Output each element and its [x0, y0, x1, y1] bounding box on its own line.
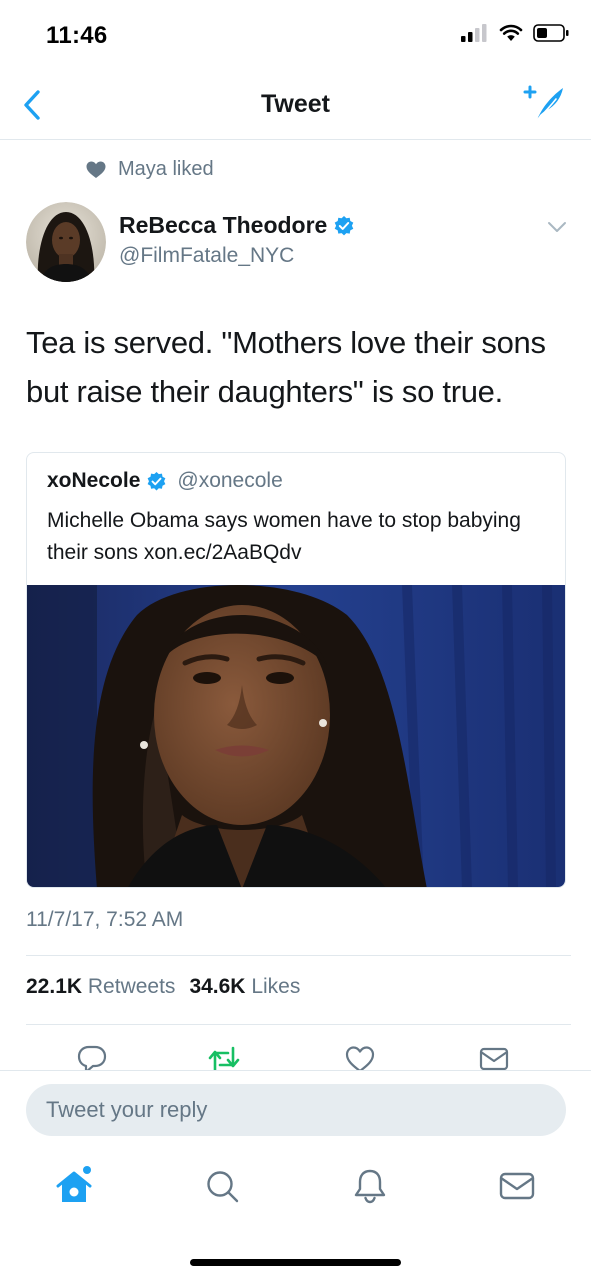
status-icons: [461, 24, 569, 42]
reply-icon[interactable]: [76, 1044, 108, 1070]
quoted-tweet-text: Michelle Obama says women have to stop b…: [47, 509, 521, 564]
verified-badge-icon: [335, 215, 354, 235]
chevron-down-icon[interactable]: [547, 220, 567, 234]
compose-tweet-icon[interactable]: [523, 84, 567, 124]
author-handle[interactable]: @FilmFatale_NYC: [119, 244, 294, 268]
home-indicator: [190, 1259, 401, 1266]
social-context-text: Maya liked: [118, 158, 214, 180]
likes-count: 34.6K: [189, 975, 246, 998]
search-icon[interactable]: [202, 1166, 242, 1206]
likes-label: Likes: [251, 975, 301, 998]
quoted-author-name: xoNecole: [47, 469, 141, 492]
tweet-actions: [0, 1040, 591, 1070]
notifications-icon[interactable]: [350, 1166, 390, 1206]
messages-icon[interactable]: [497, 1166, 537, 1206]
avatar[interactable]: [26, 202, 106, 282]
heart-icon: [86, 161, 106, 178]
status-bar: 11:46: [0, 0, 591, 70]
reply-bar: [0, 1070, 591, 1150]
retweet-icon[interactable]: [208, 1044, 240, 1070]
reply-input[interactable]: [26, 1084, 566, 1136]
tweet-author: ReBecca Theodore @FilmFatale_NYC: [26, 202, 571, 286]
home-icon[interactable]: [54, 1166, 94, 1206]
quoted-tweet-card[interactable]: xoNecole @xonecole Michelle Obama says w…: [26, 452, 566, 888]
direct-message-icon[interactable]: [478, 1044, 510, 1070]
author-name[interactable]: ReBecca Theodore: [119, 212, 327, 239]
tweet-stats: 22.1K Retweets 34.6K Likes: [26, 975, 300, 999]
quoted-author-handle: @xonecole: [177, 469, 283, 492]
retweets-label: Retweets: [87, 975, 176, 998]
likes-stat[interactable]: 34.6K Likes: [189, 975, 300, 999]
divider: [26, 955, 571, 956]
tab-bar: [0, 1150, 591, 1230]
retweets-count: 22.1K: [26, 975, 83, 998]
page-title: Tweet: [261, 90, 330, 118]
verified-badge-icon: [147, 471, 166, 490]
status-time: 11:46: [46, 22, 108, 49]
wifi-icon: [499, 24, 523, 41]
battery-icon: [533, 24, 569, 42]
navigation-bar: Tweet: [0, 70, 591, 140]
tweet-timestamp: 11/7/17, 7:52 AM: [26, 908, 184, 931]
tweet-text: Tea is served. "Mothers love their sons …: [26, 325, 546, 409]
cellular-signal-icon: [461, 24, 487, 42]
author-name-row[interactable]: ReBecca Theodore: [119, 212, 355, 239]
retweets-stat[interactable]: 22.1K Retweets: [26, 975, 175, 999]
quoted-tweet-photo[interactable]: [27, 585, 566, 888]
quoted-tweet-header: xoNecole @xonecole: [47, 469, 283, 493]
divider: [26, 1024, 571, 1025]
social-context: Maya liked: [86, 158, 214, 181]
like-icon[interactable]: [344, 1044, 376, 1070]
